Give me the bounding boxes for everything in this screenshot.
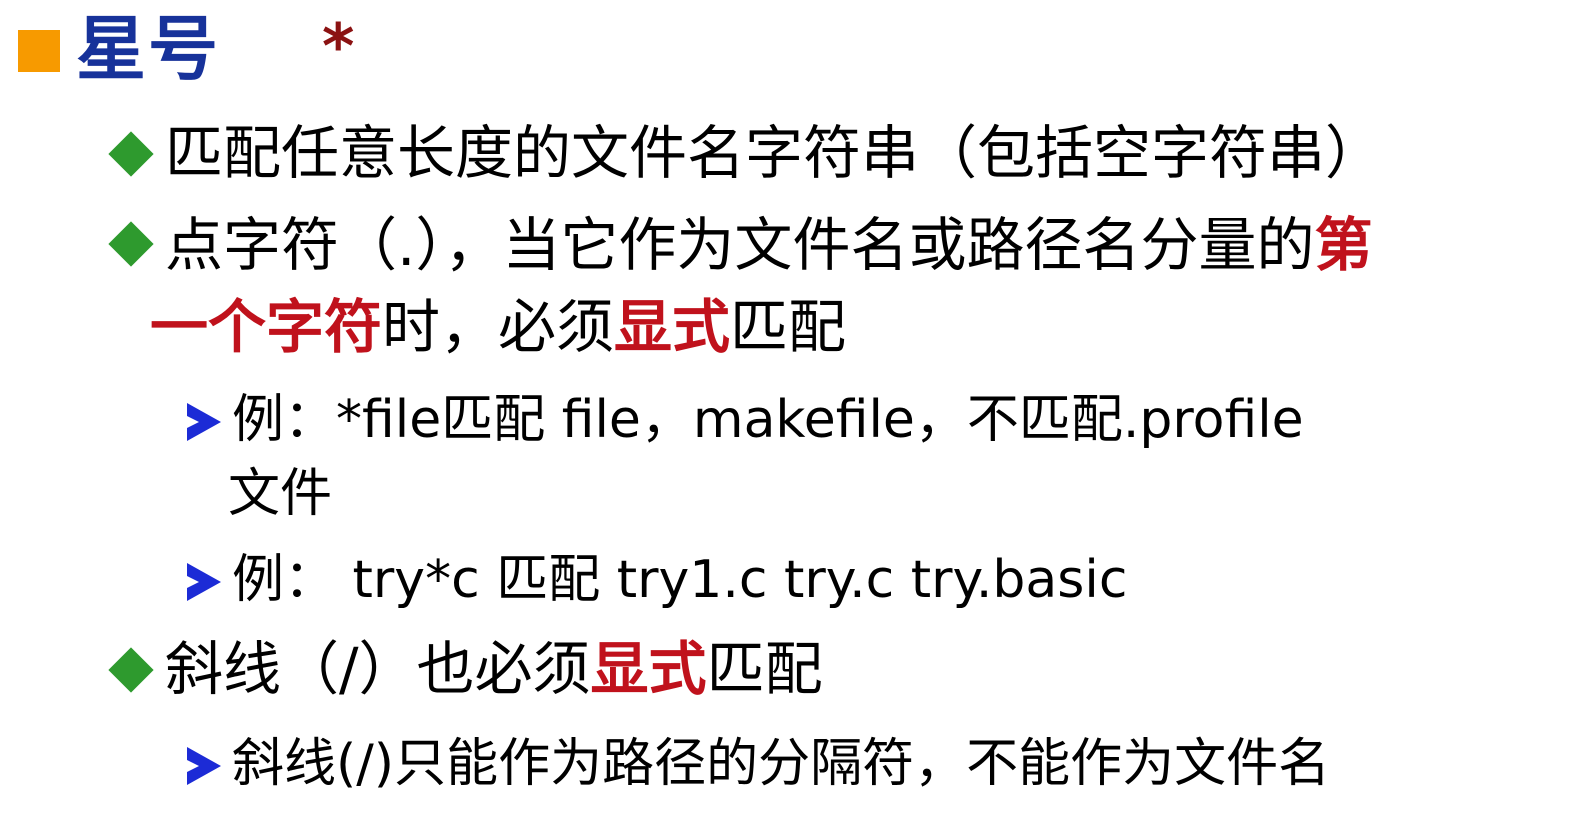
square-bullet-icon [18, 30, 60, 72]
example-2-line: 例： try*c 匹配 try1.c try.c try.basic [232, 550, 1128, 610]
bullet-2-line-1: 点字符（.），当它作为文件名或路径名分量的第 [165, 216, 1372, 274]
slide: 星号 * 匹配任意长度的文件名字符串（包括空字符串） 点字符（.），当它作为文件… [0, 0, 1571, 831]
diamond-bullet-icon [108, 221, 154, 267]
arrow-bullet-icon [187, 403, 221, 441]
asterisk-symbol: * [322, 10, 355, 83]
bullet-2-text-c: 匹配 [730, 293, 847, 361]
bullet-3-text-b: 匹配 [706, 635, 823, 703]
bullet-2-emphasis-b: 一个字符 [150, 293, 383, 361]
bullet-3-emphasis: 显式 [590, 635, 707, 703]
arrow-bullet-icon [187, 747, 221, 785]
bullet-2-emphasis-a: 第 [1314, 211, 1373, 279]
bullet-3-sub-line: 斜线(/)只能作为路径的分隔符，不能作为文件名 [232, 734, 1331, 794]
bullet-2-text-b: 时，必须 [382, 293, 615, 361]
bullet-2-line-2: 一个字符时，必须显式匹配 [150, 298, 846, 356]
bullet-3-line: 斜线（/）也必须显式匹配 [165, 640, 823, 698]
example-1-line-2: 文件 [228, 464, 333, 524]
arrow-bullet-icon [187, 563, 221, 601]
bullet-2-text-a: 点字符（.），当它作为文件名或路径名分量的 [165, 211, 1315, 279]
bullet-1-text: 匹配任意长度的文件名字符串（包括空字符串） [165, 119, 1384, 187]
bullet-2-emphasis-c: 显式 [614, 293, 731, 361]
example-1-line-1: 例：*file匹配 file，makefile，不匹配.profile [232, 390, 1304, 450]
diamond-bullet-icon [108, 131, 154, 177]
diamond-bullet-icon [108, 647, 154, 693]
bullet-3-text-a: 斜线（/）也必须 [165, 635, 591, 703]
slide-title: 星号 [76, 8, 220, 90]
